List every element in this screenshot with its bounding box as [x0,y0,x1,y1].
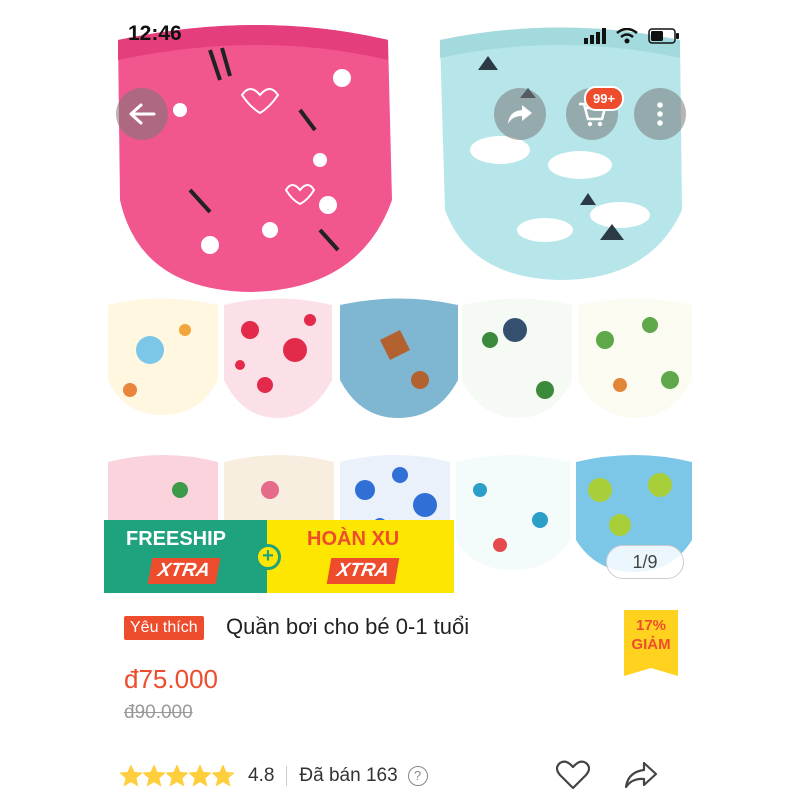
divider [286,766,288,786]
share-product-button[interactable] [624,760,660,792]
favorite-button[interactable] [555,760,592,792]
cart-badge: 99+ [584,86,625,111]
share-icon [508,105,532,124]
star-icon [212,765,234,787]
discount-percent: 17% [635,617,667,634]
coin-xtra-badge: XTRA [326,558,400,584]
original-price: đ90.000 [124,702,193,723]
star-icon [189,765,211,787]
battery-icon [648,28,679,44]
more-icon [657,102,663,126]
plus-icon: + [255,544,281,570]
star-icon [166,765,188,787]
heart-icon [555,760,591,790]
share-button[interactable] [494,88,546,140]
status-time: 12:46 [128,22,182,45]
product-image [108,25,692,572]
star-rating [120,765,234,787]
freeship-xtra-badge: XTRA [147,558,221,584]
rating-value: 4.8 [248,765,275,786]
back-arrow-icon [129,103,156,125]
freeship-block: FREESHIP XTRA [104,520,267,593]
status-bar: 12:46 [0,22,800,52]
discount-label: GIẢM [631,636,671,653]
product-price: đ75.000 [124,664,218,694]
back-button[interactable] [116,88,168,140]
sold-count: Đã bán 163 [299,765,398,786]
favorite-tag: Yêu thích [124,616,204,640]
wifi-icon [616,28,638,44]
coin-back-label: HOÀN XU [307,528,400,550]
help-icon[interactable]: ? [407,766,428,786]
freeship-label: FREESHIP [126,528,227,550]
rating-row: 4.8 Đã bán 163 ? [120,760,680,792]
coin-back-block: HOÀN XU XTRA [267,520,454,593]
star-icon [143,765,165,787]
promo-banner: FREESHIP XTRA + HOÀN XU XTRA [104,520,454,593]
image-counter: 1/9 [606,545,684,579]
more-button[interactable] [634,88,686,140]
signal-icon [584,28,606,44]
star-icon [120,765,142,787]
share-outline-icon [624,761,658,789]
product-image-gallery[interactable]: 12:46 99+ FREESHIP XTRA + HOÀN XU XTRA 1… [0,0,800,600]
product-title: Quần bơi cho bé 0-1 tuổi [226,614,470,639]
cart-button[interactable]: 99+ [566,86,625,140]
discount-badge: 17% GIẢM [624,610,678,676]
